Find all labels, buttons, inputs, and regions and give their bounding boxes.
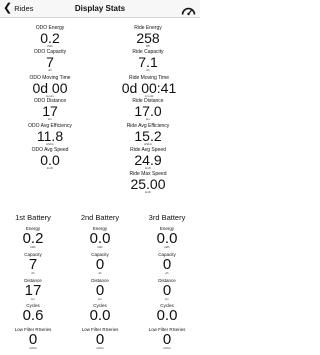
stat-value: 0 bbox=[28, 331, 38, 348]
stat-unit: kWh bbox=[97, 246, 103, 249]
odo-energy-stat: ODO Energy 0.2 kWh bbox=[22, 25, 78, 48]
ride-capacity-stat: Ride Capacity 7.1 Ah bbox=[118, 49, 178, 72]
stat-unit: wh/km bbox=[143, 142, 153, 146]
odo-avg-efficiency-stat: ODO Avg Efficiency 11.8 wh/km bbox=[14, 123, 86, 146]
stat-value: 0 bbox=[95, 256, 105, 273]
stat-unit: km bbox=[146, 117, 150, 121]
battery-1-title: 1st Battery bbox=[15, 213, 51, 222]
back-label: Rides bbox=[14, 4, 34, 13]
stat-unit: km bbox=[31, 298, 35, 301]
battery-1-cycles: Cycles 0.6 bbox=[0, 303, 66, 323]
battery-2-title: 2nd Battery bbox=[80, 213, 120, 222]
stat-unit: mOhm bbox=[29, 347, 37, 350]
battery-1-distance: Distance 17 km bbox=[0, 278, 66, 301]
stat-value: 0.0 bbox=[89, 307, 111, 324]
stat-unit: Ah bbox=[48, 68, 52, 72]
page-title: Display Stats bbox=[74, 4, 126, 13]
stat-unit: km/h bbox=[144, 166, 152, 170]
back-button[interactable]: ❮ Rides bbox=[3, 3, 33, 14]
stat-value: 11.8 bbox=[36, 128, 64, 144]
ride-energy-stat: Ride Energy 258 Wh bbox=[118, 25, 178, 48]
stat-unit: mOhm bbox=[96, 347, 104, 350]
stat-unit: kWh bbox=[30, 246, 36, 249]
stat-unit: km/h bbox=[46, 166, 54, 170]
stat-value: 24.9 bbox=[134, 152, 162, 168]
battery-3-energy: Energy 0.0 kWh bbox=[134, 226, 200, 249]
stat-value: 0.0 bbox=[156, 307, 178, 324]
odo-capacity-stat: ODO Capacity 7 Ah bbox=[22, 49, 78, 72]
battery-1-energy: Energy 0.2 kWh bbox=[0, 226, 66, 249]
stat-unit: Ah bbox=[31, 272, 35, 275]
stat-value: 0 bbox=[162, 331, 172, 348]
stat-value: 7 bbox=[46, 54, 54, 70]
battery-3-cycles: Cycles 0.0 bbox=[134, 303, 200, 323]
stat-value: 0d 00 bbox=[32, 80, 68, 96]
battery-3-low-filter-rseries: Low Filter RSeries 0 mOhm bbox=[134, 327, 200, 350]
stat-value: 0.6 bbox=[22, 307, 44, 324]
ride-avg-speed-stat: Ride Avg Speed 24.9 km/h bbox=[114, 147, 182, 170]
chevron-left-icon: ❮ bbox=[3, 2, 13, 14]
stat-unit: km/h bbox=[144, 190, 152, 194]
speedometer-button[interactable] bbox=[181, 3, 196, 16]
stat-unit: km bbox=[98, 298, 102, 301]
stat-value: 0.0 bbox=[89, 230, 111, 247]
odo-distance-stat: ODO Distance 17 km bbox=[22, 98, 78, 121]
battery-2-cycles: Cycles 0.0 bbox=[67, 303, 133, 323]
stat-unit: km bbox=[165, 298, 169, 301]
stat-unit: Ah bbox=[146, 68, 150, 72]
stat-value: 17 bbox=[42, 103, 58, 119]
battery-2-low-filter-rseries: Low Filter RSeries 0 mOhm bbox=[67, 327, 133, 350]
stat-value: 0d 00:41 bbox=[121, 80, 177, 96]
stat-value: 0 bbox=[162, 282, 172, 299]
stat-unit: wh/km bbox=[45, 142, 55, 146]
stat-value: 25.00 bbox=[130, 176, 166, 192]
stat-value: 0 bbox=[162, 256, 172, 273]
stat-value: 17 bbox=[24, 282, 42, 299]
stat-value: 0.2 bbox=[40, 30, 60, 46]
speedometer-icon bbox=[181, 7, 196, 16]
battery-1-low-filter-rseries: Low Filter RSeries 0 mOhm bbox=[0, 327, 66, 350]
battery-2-distance: Distance 0 km bbox=[67, 278, 133, 301]
ride-moving-time-stat: Ride Moving Time 0d 00:41 mm:dd bbox=[106, 75, 192, 98]
stat-unit: Ah bbox=[165, 272, 169, 275]
stat-value: 0 bbox=[95, 282, 105, 299]
stat-unit: Wh bbox=[145, 44, 151, 48]
odo-avg-speed-stat: ODO Avg Speed 0.0 km/h bbox=[18, 147, 82, 170]
battery-3-capacity: Capacity 0 Ah bbox=[134, 252, 200, 275]
nav-bar: ❮ Rides Display Stats bbox=[0, 0, 200, 18]
stat-unit: kWh bbox=[47, 44, 53, 48]
stat-unit: km bbox=[48, 117, 52, 121]
ride-avg-efficiency-stat: Ride Avg Efficiency 15.2 wh/km bbox=[112, 123, 184, 146]
stat-value: 0.2 bbox=[22, 230, 44, 247]
stat-value: 0.0 bbox=[40, 152, 60, 168]
battery-2-energy: Energy 0.0 kWh bbox=[67, 226, 133, 249]
battery-3-distance: Distance 0 km bbox=[134, 278, 200, 301]
stat-value: 7 bbox=[28, 256, 38, 273]
stat-value: 15.2 bbox=[134, 128, 162, 144]
odo-moving-time-stat: ODO Moving Time 0d 00 Hours bbox=[12, 75, 88, 98]
stat-unit: mOhm bbox=[163, 347, 171, 350]
stat-unit: Ah bbox=[98, 272, 102, 275]
battery-1-capacity: Capacity 7 Ah bbox=[0, 252, 66, 275]
ride-distance-stat: Ride Distance 17.0 km bbox=[118, 98, 178, 121]
stat-value: 0.0 bbox=[156, 230, 178, 247]
stat-value: 258 bbox=[136, 30, 160, 46]
stat-unit: kWh bbox=[164, 246, 170, 249]
battery-2-capacity: Capacity 0 Ah bbox=[67, 252, 133, 275]
stat-value: 7.1 bbox=[138, 54, 158, 70]
battery-3-title: 3rd Battery bbox=[148, 213, 186, 222]
stat-value: 17.0 bbox=[134, 103, 162, 119]
ride-max-speed-stat: Ride Max Speed 25.00 km/h bbox=[112, 171, 184, 194]
stat-value: 0 bbox=[95, 331, 105, 348]
